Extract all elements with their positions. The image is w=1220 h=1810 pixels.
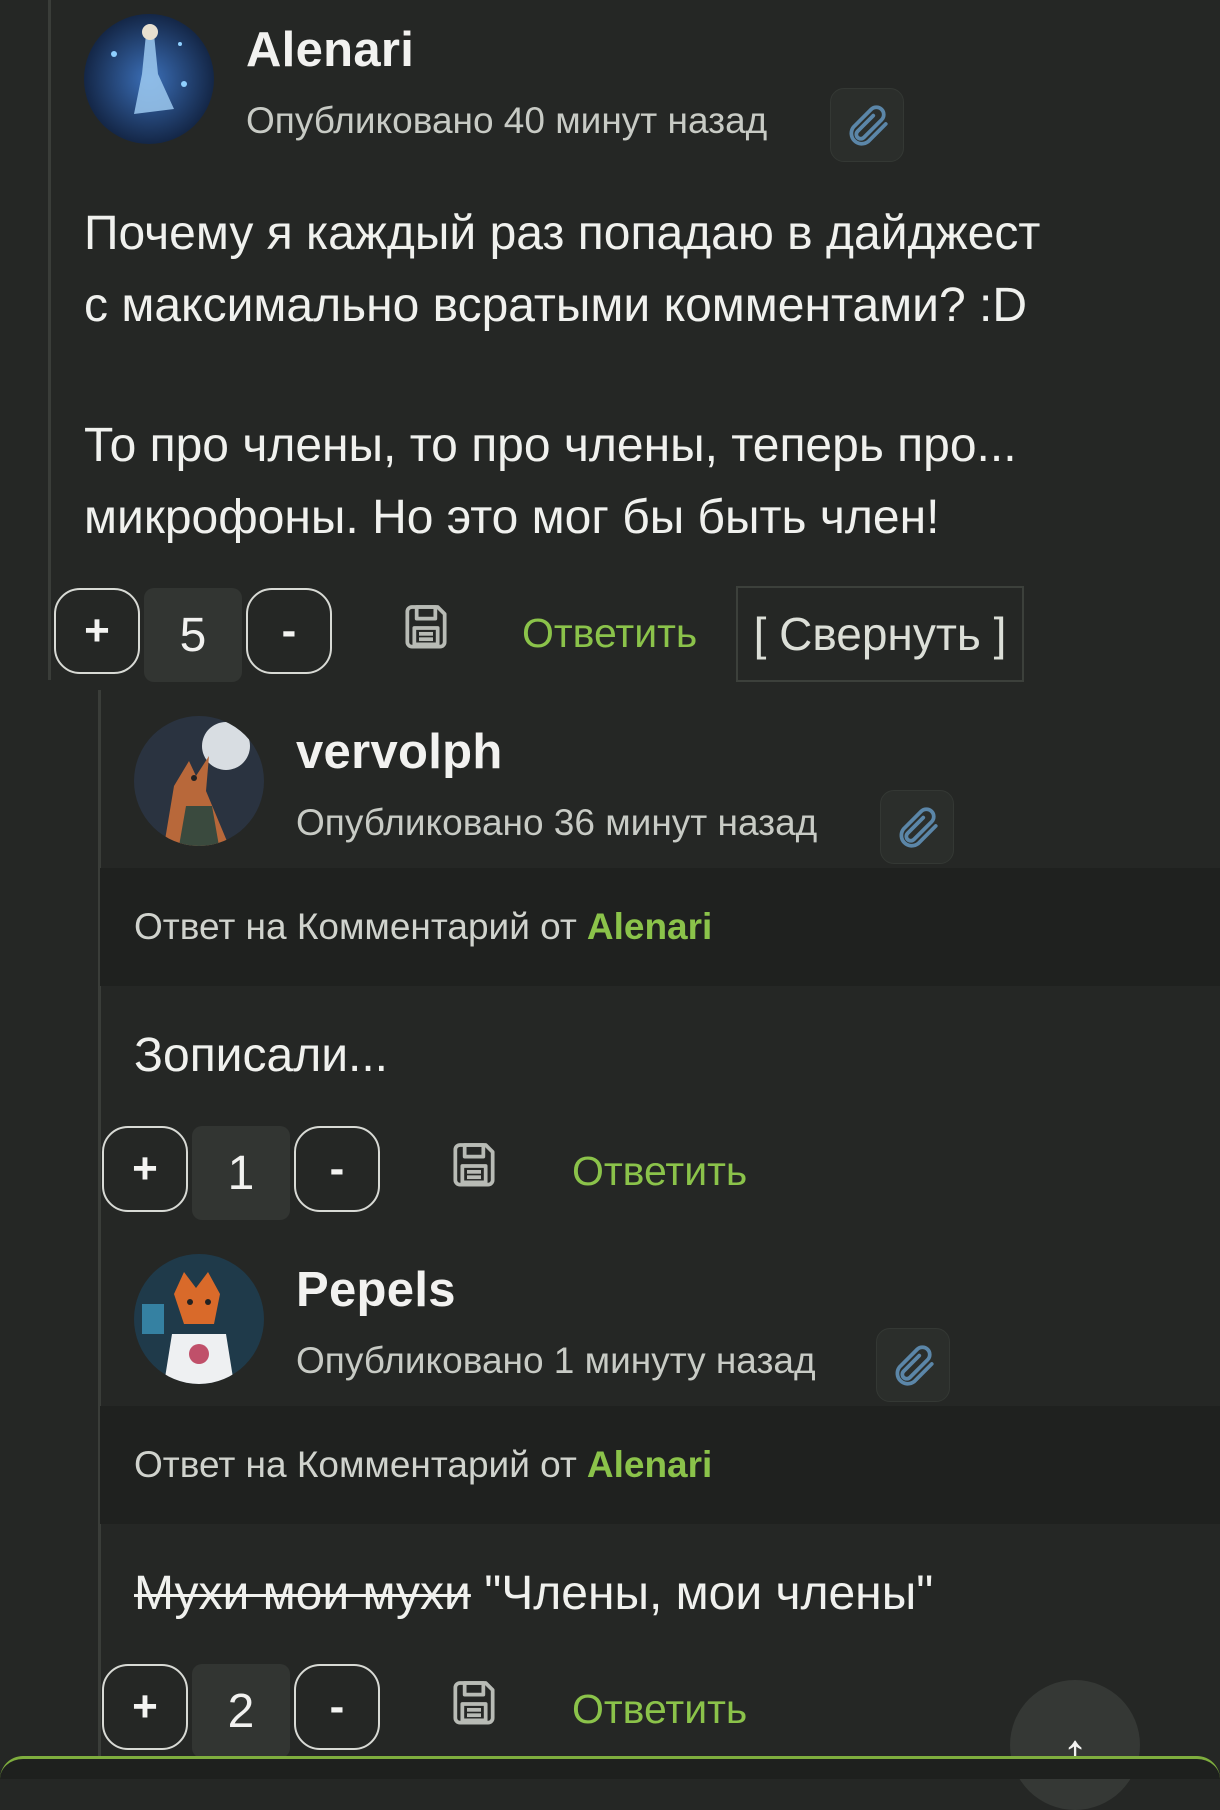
author-name[interactable]: Alenari [246,22,414,78]
comment-text: Зописали... [134,1029,389,1082]
upvote-button[interactable]: + [54,588,140,674]
save-icon[interactable] [446,1138,502,1194]
score: 1 [192,1126,290,1220]
collapse-button[interactable]: [ Свернуть ] [736,586,1024,682]
downvote-button[interactable]: - [294,1126,380,1212]
avatar-image [134,716,264,846]
author-name[interactable]: Pepels [296,1262,456,1318]
score: 5 [144,588,242,682]
comment-text: Почему я каждый раз попадаю в дайджест с… [84,198,1194,554]
reply-to-author-link[interactable]: Alenari [587,906,712,948]
text-line: Почему я каждый раз попадаю в дайджест [84,207,1041,260]
reply-button[interactable]: Ответить [572,1686,747,1733]
avatar[interactable] [134,716,264,846]
avatar-image [84,14,214,144]
reply-to-prefix: Ответ на Комментарий от [134,1444,577,1485]
text-line: То про члены, то про члены, теперь про..… [84,419,1017,472]
paperclip-icon[interactable] [876,1328,950,1402]
upvote-button[interactable]: + [102,1664,188,1750]
reply-button[interactable]: Ответить [522,610,697,657]
thread-line-replies [98,690,101,1770]
reply-to-banner: Ответ на Комментарий от Alenari [100,868,1220,986]
text-line: с максимально всратыми комментами? :D [84,279,1027,332]
bottom-bar [0,1756,1220,1779]
upvote-button[interactable]: + [102,1126,188,1212]
comment-text: Мухи мои мухи "Члены, мои члены" [134,1558,933,1630]
avatar-image [134,1254,264,1384]
paperclip-icon[interactable] [880,790,954,864]
reply-to-prefix: Ответ на Комментарий от [134,906,577,947]
text: "Члены, мои члены" [470,1567,934,1620]
downvote-button[interactable]: - [294,1664,380,1750]
struck-text: Мухи мои мухи [134,1567,471,1620]
reply-button[interactable]: Ответить [572,1148,747,1195]
reply-to-banner: Ответ на Комментарий от Alenari [100,1406,1220,1524]
scroll-to-top-button[interactable]: ↑ [1010,1680,1140,1810]
text-line [84,342,1194,410]
publish-time: Опубликовано 1 минуту назад [296,1340,816,1381]
author-name[interactable]: vervolph [296,724,503,780]
reply-to-author-link[interactable]: Alenari [587,1444,712,1486]
save-icon[interactable] [398,600,454,656]
publish-time: Опубликовано 40 минут назад [246,100,768,141]
text-line: микрофоны. Но это мог бы быть член! [84,491,940,544]
avatar[interactable] [84,14,214,144]
thread-line-root [48,0,51,680]
paperclip-icon[interactable] [830,88,904,162]
save-icon[interactable] [446,1676,502,1732]
avatar[interactable] [134,1254,264,1384]
publish-time: Опубликовано 36 минут назад [296,802,818,843]
downvote-button[interactable]: - [246,588,332,674]
score: 2 [192,1664,290,1758]
